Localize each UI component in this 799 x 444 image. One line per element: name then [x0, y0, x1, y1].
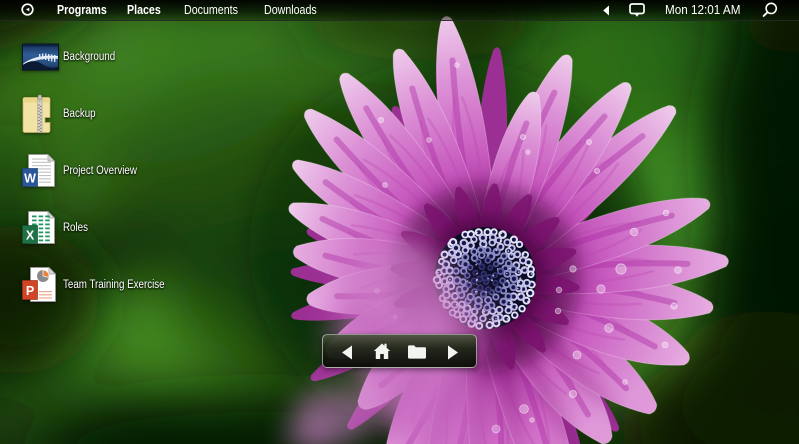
svg-text:P: P: [26, 284, 34, 298]
svg-text:W: W: [24, 172, 36, 186]
svg-text:X: X: [26, 229, 35, 243]
